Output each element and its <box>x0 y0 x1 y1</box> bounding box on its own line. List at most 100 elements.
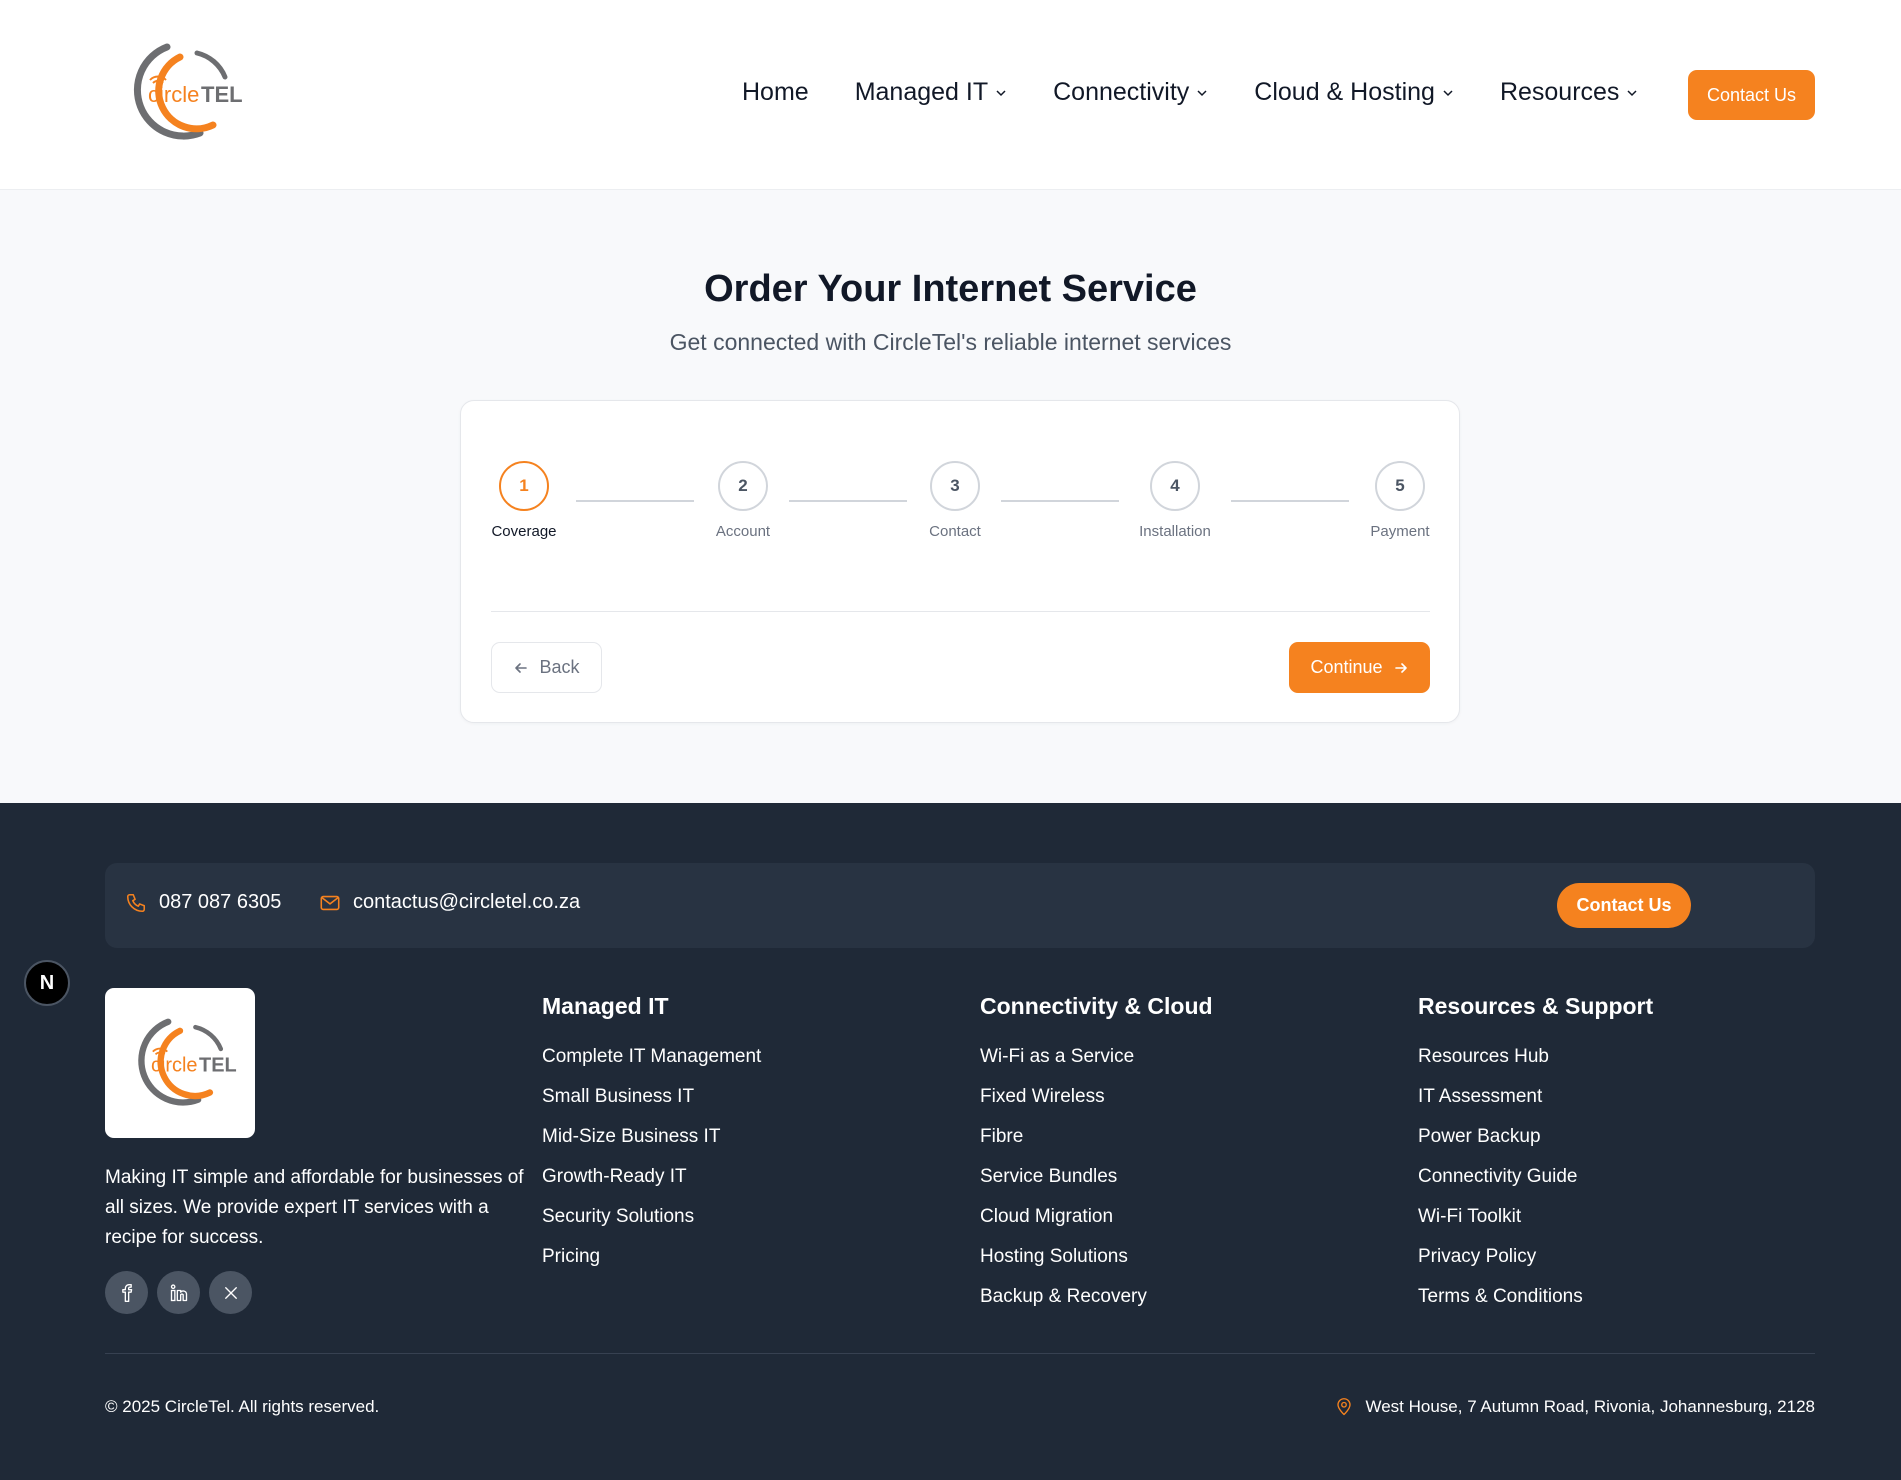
footer-link[interactable]: Privacy Policy <box>1418 1237 1653 1277</box>
chevron-down-icon <box>996 89 1006 96</box>
nav-item-label: Connectivity <box>1053 78 1190 106</box>
step-connector <box>1231 500 1349 502</box>
footer-link[interactable]: Hosting Solutions <box>980 1237 1213 1277</box>
nav-item-home[interactable]: Home <box>742 78 809 107</box>
nav-item-connectivity[interactable]: Connectivity <box>1053 78 1208 107</box>
step-connector <box>789 500 907 502</box>
copyright-text: © 2025 CircleTel. All rights reserved. <box>105 1397 380 1416</box>
arrow-left-icon <box>515 662 528 673</box>
chevron-down-icon <box>1443 89 1453 96</box>
step-connector <box>576 500 694 502</box>
footer-description: Making IT simple and affordable for busi… <box>105 1167 524 1248</box>
footer-link[interactable]: Small Business IT <box>542 1077 761 1117</box>
footer-link[interactable]: Power Backup <box>1418 1117 1653 1157</box>
step-number: 2 <box>718 461 768 511</box>
mail-icon <box>320 895 340 910</box>
chevron-down-icon <box>1197 89 1207 96</box>
step-label: Payment <box>1370 523 1430 540</box>
step-number: 3 <box>930 461 980 511</box>
footer-column-connectivity-cloud: Connectivity & Cloud Wi-Fi as a Service … <box>980 993 1213 1317</box>
footer-column-title: Connectivity & Cloud <box>980 993 1213 1019</box>
chevron-down-icon <box>1627 89 1637 96</box>
step-contact[interactable]: 3 Contact <box>895 461 1015 540</box>
footer-link[interactable]: IT Assessment <box>1418 1077 1653 1117</box>
email-address: contactus@circletel.co.za <box>353 891 581 913</box>
social-links <box>105 1271 261 1314</box>
nav-item-label: Resources <box>1499 78 1620 106</box>
footer-link[interactable]: Fixed Wireless <box>980 1077 1213 1117</box>
header-contact-button[interactable]: Contact Us <box>1688 70 1815 120</box>
circletel-logo[interactable]: circle TEL <box>105 35 255 150</box>
step-connector <box>1001 500 1119 502</box>
linkedin-link[interactable] <box>157 1271 200 1314</box>
footer-email[interactable]: contactus@circletel.co.za <box>319 891 580 914</box>
footer-link[interactable]: Mid-Size Business IT <box>542 1117 761 1157</box>
step-label: Installation <box>1139 523 1211 540</box>
footer-link[interactable]: Wi-Fi as a Service <box>980 1037 1213 1077</box>
footer-column-title: Resources & Support <box>1418 993 1654 1019</box>
arrow-right-icon <box>1394 662 1407 673</box>
footer-link[interactable]: Cloud Migration <box>980 1197 1213 1237</box>
order-card: 1 Coverage 2 Account 3 Contact 4 Install… <box>460 400 1460 723</box>
footer-link[interactable]: Complete IT Management <box>542 1037 761 1077</box>
footer-logo[interactable]: circle TEL <box>105 988 255 1138</box>
footer-link[interactable]: Connectivity Guide <box>1418 1157 1653 1197</box>
address-text: West House, 7 Autumn Road, Rivonia, Joha… <box>1365 1397 1815 1416</box>
site-header: circle TEL Home Managed IT Connectivity … <box>0 0 1901 190</box>
facebook-icon <box>121 1283 132 1302</box>
nav-item-label: Managed IT <box>854 78 989 106</box>
footer-link[interactable]: Wi-Fi Toolkit <box>1418 1197 1653 1237</box>
footer-link[interactable]: Service Bundles <box>980 1157 1213 1197</box>
page-subtitle: Get connected with CircleTel's reliable … <box>669 329 1232 355</box>
facebook-link[interactable] <box>105 1271 148 1314</box>
footer-link[interactable]: Terms & Conditions <box>1418 1277 1653 1317</box>
svg-text:circle: circle <box>148 82 199 107</box>
footer-link[interactable]: Growth-Ready IT <box>542 1157 761 1197</box>
footer-contact-button[interactable]: Contact Us <box>1557 883 1691 928</box>
step-payment[interactable]: 5 Payment <box>1340 461 1460 540</box>
step-label: Account <box>715 523 771 540</box>
card-divider <box>491 611 1430 612</box>
x-icon <box>224 1286 237 1299</box>
nav-item-cloud-hosting[interactable]: Cloud & Hosting <box>1254 78 1454 107</box>
continue-button[interactable]: Continue <box>1289 642 1430 693</box>
step-label: Coverage <box>491 523 557 540</box>
nav-item-label: Cloud & Hosting <box>1254 78 1435 106</box>
footer-link[interactable]: Resources Hub <box>1418 1037 1653 1077</box>
footer-divider <box>105 1353 1815 1354</box>
linkedin-icon <box>170 1283 187 1301</box>
svg-text:TEL: TEL <box>199 1055 237 1077</box>
page-title: Order Your Internet Service <box>704 268 1197 310</box>
nav-item-resources[interactable]: Resources <box>1500 78 1639 107</box>
footer-address: West House, 7 Autumn Road, Rivonia, Joha… <box>1335 1397 1815 1417</box>
continue-label: Continue <box>1310 657 1383 677</box>
step-label: Contact <box>929 523 981 540</box>
footer-column-resources-support: Resources & Support Resources Hub IT Ass… <box>1418 993 1653 1317</box>
main-nav: Home Managed IT Connectivity Cloud & Hos… <box>742 78 1684 107</box>
footer-link[interactable]: Fibre <box>980 1117 1213 1157</box>
back-label: Back <box>539 657 580 677</box>
nav-item-managed-it[interactable]: Managed IT <box>855 78 1007 107</box>
map-pin-icon <box>1337 1398 1352 1416</box>
site-footer: 087 087 6305 contactus@circletel.co.za C… <box>0 803 1901 1480</box>
step-coverage[interactable]: 1 Coverage <box>464 461 584 540</box>
step-number: 5 <box>1375 461 1425 511</box>
footer-column-managed-it: Managed IT Complete IT Management Small … <box>542 993 761 1277</box>
x-link[interactable] <box>209 1271 252 1314</box>
footer-link[interactable]: Security Solutions <box>542 1197 761 1237</box>
svg-text:TEL: TEL <box>201 82 243 107</box>
footer-link[interactable]: Pricing <box>542 1237 761 1277</box>
svg-text:circle: circle <box>151 1055 198 1077</box>
footer-column-title: Managed IT <box>542 993 669 1019</box>
step-number: 1 <box>499 461 549 511</box>
step-installation[interactable]: 4 Installation <box>1115 461 1235 540</box>
nav-item-label: Home <box>742 78 809 106</box>
footer-phone[interactable]: 087 087 6305 <box>125 891 281 914</box>
step-number: 4 <box>1150 461 1200 511</box>
footer-link[interactable]: Backup & Recovery <box>980 1277 1213 1317</box>
phone-icon <box>126 893 146 912</box>
back-button[interactable]: Back <box>491 642 602 693</box>
next-devtools-badge[interactable]: N <box>24 960 70 1006</box>
step-account[interactable]: 2 Account <box>683 461 803 540</box>
phone-number: 087 087 6305 <box>159 891 282 913</box>
